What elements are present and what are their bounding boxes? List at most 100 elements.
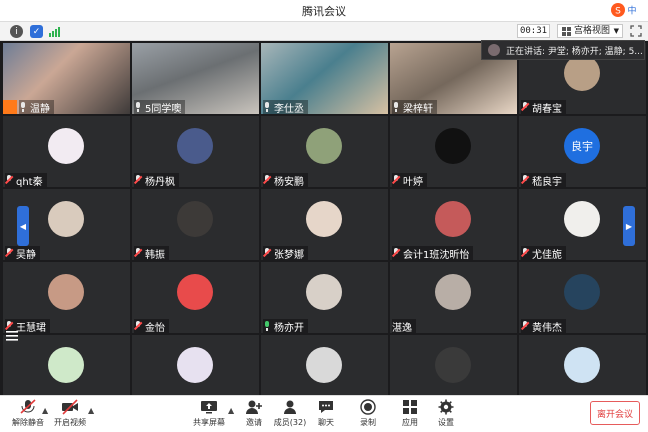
members-icon <box>284 400 296 414</box>
avatar <box>564 201 600 237</box>
unmute-button[interactable]: 解除静音 <box>6 399 50 431</box>
chevron-right-icon: ▶ <box>625 221 633 231</box>
participant-tile[interactable]: 杨丹枫 <box>132 116 259 187</box>
participant-name-label: 王慧珺 <box>16 322 46 334</box>
share-screen-icon <box>201 401 217 414</box>
participant-name: 温静 <box>19 100 54 114</box>
participant-name: 湛逸 <box>392 319 416 333</box>
apps-icon <box>403 400 417 414</box>
record-button[interactable]: 录制 <box>346 399 390 431</box>
participant-tile[interactable]: 韩振 <box>132 189 259 260</box>
list-icon[interactable] <box>6 331 18 341</box>
participant-name-label: 湛逸 <box>392 322 412 334</box>
participant-name-label: qht秦 <box>16 176 43 188</box>
participant-tile[interactable]: 黄伟杰 <box>519 262 646 333</box>
ime-logo-icon[interactable]: S 中 <box>610 1 640 19</box>
participant-tile[interactable]: 会计1班沈昕怡 <box>390 189 517 260</box>
view-mode-button[interactable]: 宫格视图 ▼ <box>557 24 623 38</box>
mic-muted-icon <box>5 175 13 185</box>
participant-name-label: 叶婷 <box>403 176 423 188</box>
participant-tile[interactable]: 张梦娜 <box>261 189 388 260</box>
apps-label: 应用 <box>402 418 418 427</box>
video-options-caret[interactable]: ▲ <box>88 406 94 415</box>
avatar <box>564 347 600 383</box>
mic-muted-icon <box>392 248 400 258</box>
meeting-info-bar: i ✓ 00:31 宫格视图 ▼ <box>0 22 648 41</box>
gear-icon <box>438 399 454 415</box>
unmute-label: 解除静音 <box>12 418 44 427</box>
participant-name-label: 吴静 <box>16 249 36 261</box>
participant-tile[interactable]: 叶婷 <box>390 116 517 187</box>
avatar <box>435 201 471 237</box>
speaker-avatar <box>488 44 500 56</box>
svg-text:中: 中 <box>627 5 636 17</box>
mic-muted-icon <box>521 102 529 112</box>
participant-name-label: 温静 <box>30 103 50 115</box>
avatar <box>177 128 213 164</box>
prev-page-button[interactable]: ◀ <box>17 206 29 246</box>
mic-muted-icon <box>392 175 400 185</box>
participant-name-label: 杨安鹏 <box>274 176 304 188</box>
participant-name: 张梦娜 <box>263 246 308 260</box>
avatar <box>306 347 342 383</box>
chat-label: 聊天 <box>318 418 334 427</box>
avatar <box>306 128 342 164</box>
fullscreen-icon[interactable] <box>630 25 642 37</box>
mic-icon <box>263 102 271 112</box>
participant-name: 杨丹枫 <box>134 173 179 187</box>
chat-icon <box>319 401 333 413</box>
participant-name-label: 胡春宝 <box>532 103 562 115</box>
participant-name-label: 会计1班沈昕怡 <box>403 249 470 261</box>
participant-grid: 温静 5同学噢 李仕丞 梁梓轩 胡春宝 qht秦 杨丹枫 杨安鹏 叶婷 良宇 嵇良宇 吴静 韩振 张梦娜 会… <box>0 43 648 406</box>
participant-name-label: 李仕丞 <box>274 103 304 115</box>
participant-name: 韩振 <box>134 246 169 260</box>
invite-label: 邀请 <box>246 418 262 427</box>
mic-muted-icon <box>134 321 142 331</box>
members-label: 成员(32) <box>273 418 307 427</box>
participant-tile[interactable]: 王慧珺 <box>3 262 130 333</box>
window-title: 腾讯会议 <box>302 4 346 18</box>
participant-tile[interactable]: 温静 <box>3 43 130 114</box>
record-label: 录制 <box>360 418 376 427</box>
participant-tile[interactable]: 杨亦开 <box>261 262 388 333</box>
avatar <box>306 274 342 310</box>
avatar <box>177 274 213 310</box>
mic-muted-icon <box>5 248 13 258</box>
avatar <box>435 274 471 310</box>
signal-icon[interactable] <box>48 25 61 38</box>
mic-muted-icon <box>134 175 142 185</box>
participant-tile[interactable]: 湛逸 <box>390 262 517 333</box>
info-icon[interactable]: i <box>10 25 23 38</box>
settings-label: 设置 <box>438 418 454 427</box>
participant-tile[interactable]: 李仕丞 <box>261 43 388 114</box>
participant-name-label: 黄伟杰 <box>532 322 562 334</box>
start-video-button[interactable]: 开启视频 <box>48 399 92 431</box>
window-titlebar: 腾讯会议 S 中 <box>0 0 648 22</box>
settings-button[interactable]: 设置 <box>424 399 468 431</box>
participant-name: 杨安鹏 <box>263 173 308 187</box>
chat-button[interactable]: 聊天 <box>304 399 348 431</box>
leave-meeting-button[interactable]: 离开会议 <box>590 401 640 425</box>
participant-tile[interactable]: 杨安鹏 <box>261 116 388 187</box>
participant-name-label: 嵇良宇 <box>532 176 562 188</box>
participant-name: 叶婷 <box>392 173 427 187</box>
avatar <box>48 128 84 164</box>
participant-name: 尤佳旎 <box>521 246 566 260</box>
speaking-indicator: 正在讲话: 尹堂; 杨亦开; 温静; 5... <box>481 40 645 60</box>
avatar: 良宇 <box>564 128 600 164</box>
mic-icon <box>392 102 400 112</box>
meeting-controls-bar: 解除静音 ▲ 开启视频 ▲ 共享屏幕 ▲ 邀请 成员(32) 聊天 录制 应用 … <box>0 395 648 432</box>
grid-view-icon <box>562 27 571 36</box>
next-page-button[interactable]: ▶ <box>623 206 635 246</box>
participant-tile[interactable]: qht秦 <box>3 116 130 187</box>
shield-icon[interactable]: ✓ <box>30 25 43 38</box>
mic-icon <box>19 102 27 112</box>
participant-tile[interactable]: 金怡 <box>132 262 259 333</box>
mic-muted-icon <box>20 399 36 414</box>
participant-name-label: 杨丹枫 <box>145 176 175 188</box>
participant-tile[interactable]: 良宇 嵇良宇 <box>519 116 646 187</box>
avatar <box>306 201 342 237</box>
participant-tile[interactable]: 5同学噢 <box>132 43 259 114</box>
avatar <box>48 347 84 383</box>
share-screen-button[interactable]: 共享屏幕 <box>187 399 231 431</box>
